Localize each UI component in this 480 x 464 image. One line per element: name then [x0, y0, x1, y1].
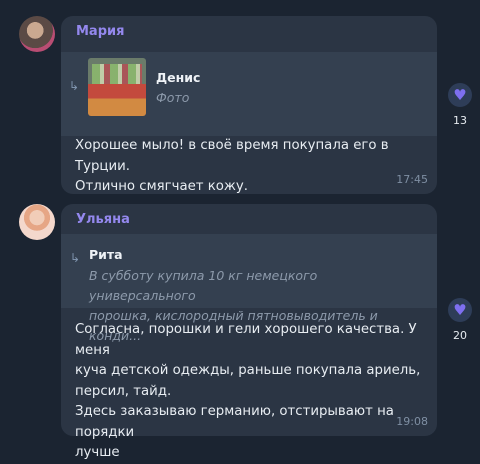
reaction-count: 20: [453, 329, 467, 342]
reaction-button[interactable]: ♥: [448, 298, 472, 322]
reply-snippet: Фото: [156, 90, 190, 105]
heart-icon: ♥: [453, 86, 467, 104]
reply-preview[interactable]: ↳ Денис Фото: [61, 52, 437, 136]
message-time: 19:08: [396, 415, 428, 428]
message-bubble[interactable]: Мария ↳ Денис Фото Хорошее мыло! в своё …: [61, 16, 437, 194]
heart-icon: ♥: [453, 301, 467, 319]
reply-author: Денис: [156, 70, 201, 85]
message-bubble[interactable]: Ульяна ↳ Рита В субботу купила 10 кг нем…: [61, 204, 437, 460]
sender-name[interactable]: Мария: [76, 24, 124, 39]
reply-arrow-icon: ↳: [69, 79, 80, 93]
reaction-count: 13: [453, 114, 467, 127]
reaction-button[interactable]: ♥: [448, 83, 472, 107]
sender-name[interactable]: Ульяна: [76, 212, 130, 227]
avatar-ulyana[interactable]: [19, 204, 55, 240]
photo-thumbnail: [88, 58, 146, 116]
message-text: Хорошее мыло! в своё время покупала его …: [75, 138, 389, 194]
reply-preview[interactable]: ↳ Рита В субботу купила 10 кг немецкого …: [61, 234, 437, 343]
reply-arrow-icon: ↳: [70, 251, 81, 265]
message-time: 17:45: [396, 173, 428, 186]
avatar-maria[interactable]: [19, 16, 55, 52]
reply-author: Рита: [89, 247, 123, 262]
